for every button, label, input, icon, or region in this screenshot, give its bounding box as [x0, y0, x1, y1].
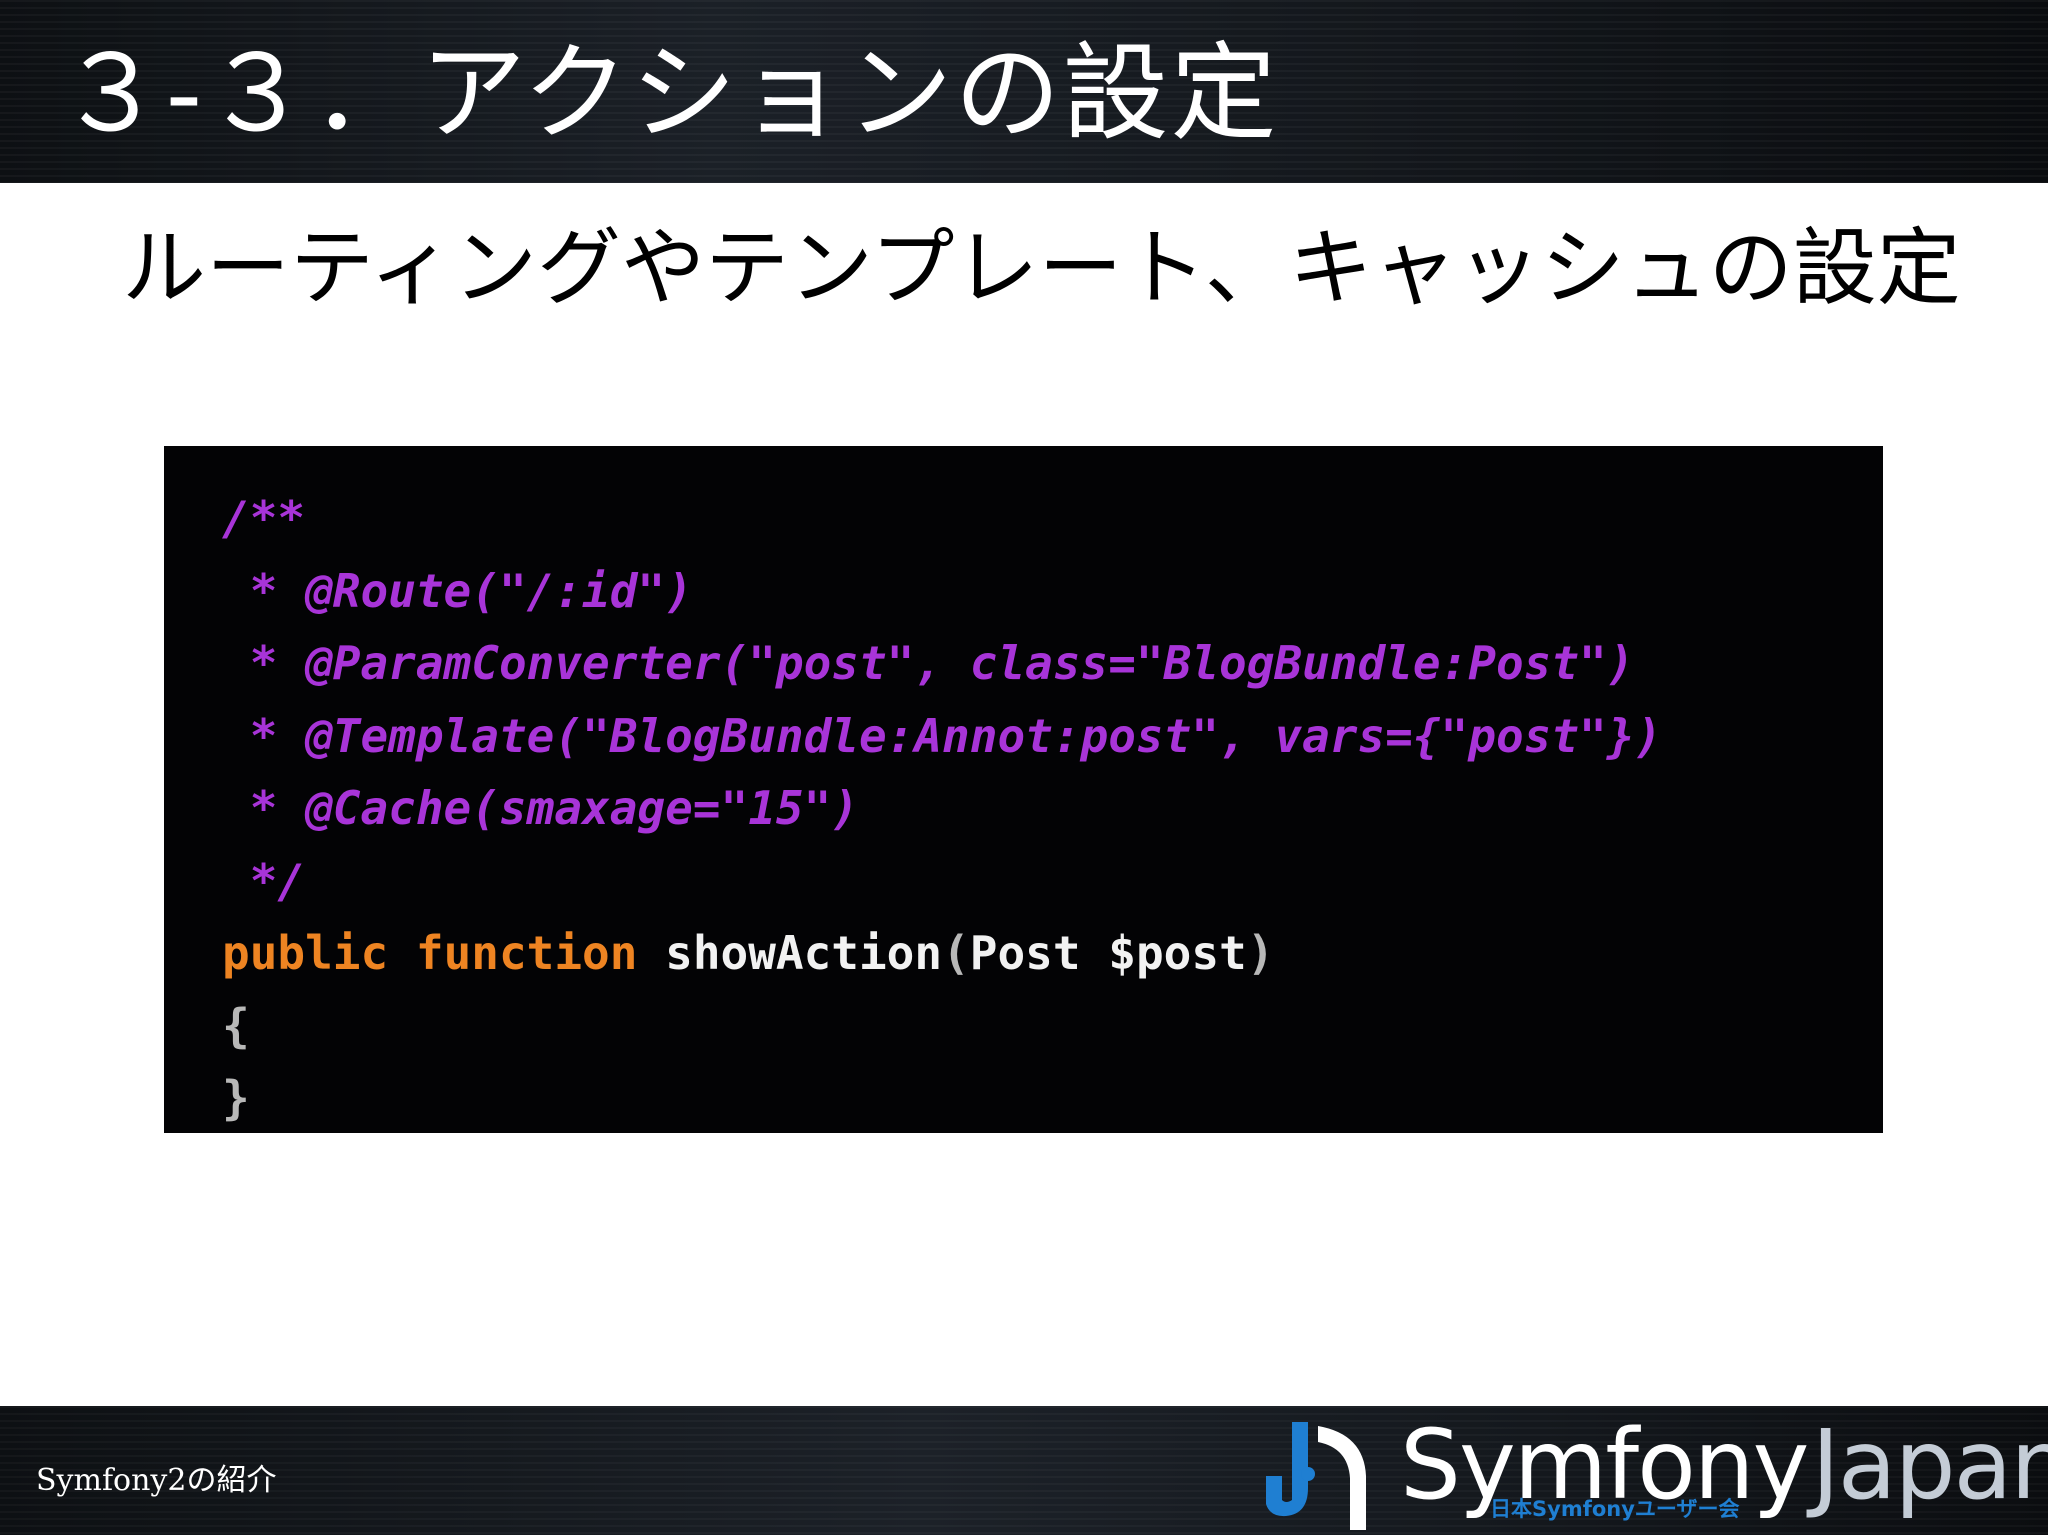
code-token-comment: * @ParamConverter("post", class="BlogBun… — [222, 636, 1635, 690]
code-line: } — [222, 1062, 1662, 1135]
code-line: * @ParamConverter("post", class="BlogBun… — [222, 627, 1662, 700]
symfony-japan-logo-icon — [1266, 1422, 1366, 1530]
code-token-plain: Post $post — [969, 926, 1247, 980]
symfony-japan-logo: SymfonyJapan 日本Symfonyユーザー会 — [1258, 1410, 2048, 1535]
code-token-punct: { — [222, 998, 250, 1053]
code-token-punct: ( — [942, 926, 970, 980]
slide-subtitle: ルーティングやテンプレート、キャッシュの設定 — [122, 219, 1961, 317]
slide-title: ３-３．アクションの設定 — [58, 32, 1279, 155]
code-line: { — [222, 990, 1662, 1063]
code-line: * @Template("BlogBundle:Annot:post", var… — [222, 700, 1662, 773]
logo-region-text: Japan — [1811, 1409, 2048, 1521]
code-snippet-panel: /** * @Route("/:id") * @ParamConverter("… — [164, 446, 1883, 1133]
code-line: /** — [222, 482, 1662, 555]
code-token-punct: } — [222, 1071, 250, 1125]
title-bar: ３-３．アクションの設定 — [0, 0, 2048, 183]
code-line: public function showAction(Post $post) — [222, 917, 1662, 990]
code-token-keyword: public — [222, 926, 389, 980]
code-token-keyword: function — [415, 926, 638, 980]
code-line: * @Route("/:id") — [222, 555, 1662, 628]
code-token-punct: ) — [1246, 926, 1275, 980]
code-token-plain: showAction — [637, 926, 943, 980]
code-token-comment: * @Cache(smaxage="15") — [222, 781, 859, 835]
code-line: */ — [222, 845, 1662, 918]
footer-label: Symfony2の紹介 — [36, 1463, 277, 1498]
logo-tagline: 日本Symfonyユーザー会 — [1490, 1497, 1740, 1521]
code-line: * @Cache(smaxage="15") — [222, 772, 1662, 845]
code-token-comment: /** — [222, 491, 306, 545]
code-token-comment: * @Template("BlogBundle:Annot:post", var… — [222, 708, 1663, 763]
code-token-comment: * @Route("/:id") — [222, 563, 693, 618]
code-token-comment: */ — [222, 853, 306, 908]
code-block: /** * @Route("/:id") * @ParamConverter("… — [222, 482, 1662, 1135]
